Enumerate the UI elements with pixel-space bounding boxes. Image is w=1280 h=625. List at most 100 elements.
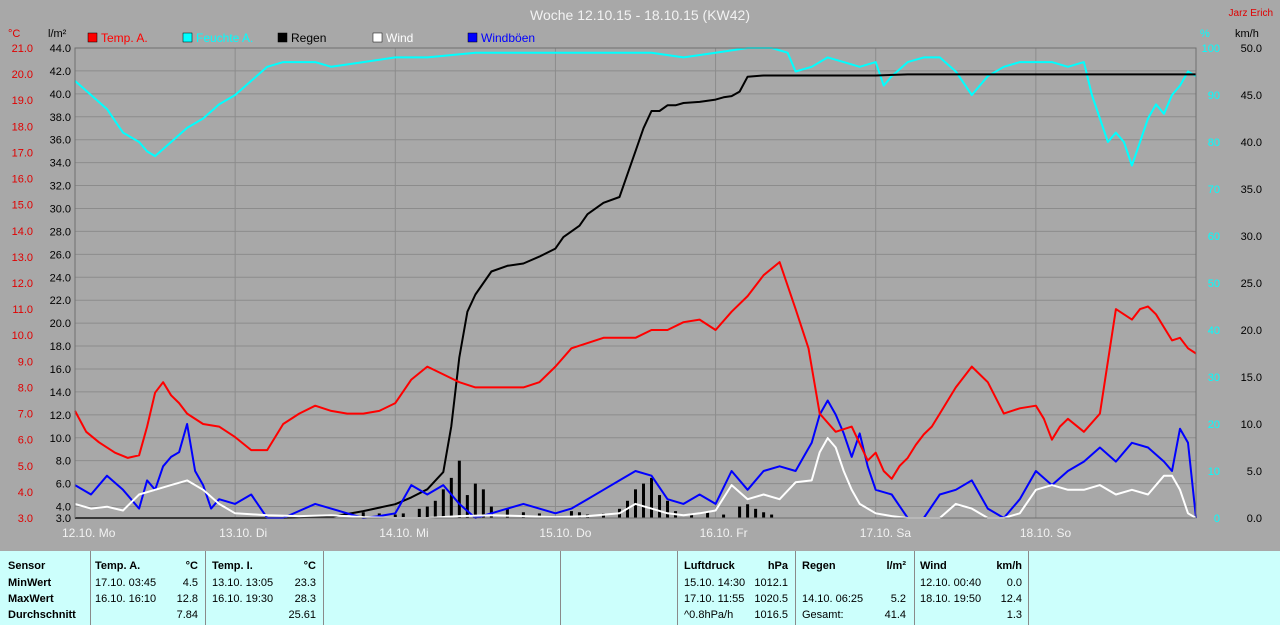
rain-tick-label: 4.0 [56,502,71,514]
table-cell-wind-time: 18.10. 19:50 [920,593,982,605]
table-cell-pressure-time: 15.10. 14:30 [684,577,746,589]
table-cell-temp_i-time: 16.10. 19:30 [212,593,274,605]
table-cell-pressure-value: 1012.1 [754,577,788,589]
humidity-unit-label: % [1200,28,1210,40]
temp-tick-label: 6.0 [18,435,33,447]
statistics-table: Sensor Temp. A. °C Temp. I. °C Luftdruck hPa Re… [0,551,1280,625]
rain-bar [658,495,662,518]
wind-tick-label: 0.0 [1247,513,1262,525]
temp-tick-label: 12.0 [12,278,33,290]
temp-tick-label: 3.0 [18,513,33,525]
rain-tick-label: 8.0 [56,456,71,468]
table-header-pressure: Luftdruck [684,560,735,572]
rain-bar [417,508,421,518]
table-divider [205,551,206,625]
table-cell-temp_i-value: 28.3 [294,593,316,605]
rain-tick-label: 32.0 [50,181,71,193]
table-cell-temp_a-time: 16.10. 16:10 [95,593,157,605]
wind-tick-label: 50.0 [1241,43,1262,55]
rain-tick-label: 42.0 [50,66,71,78]
table-cell-wind-time: 12.10. 00:40 [920,577,982,589]
rain-tick-label: 10.0 [50,433,71,445]
humidity-tick-label: 50 [1208,278,1220,290]
table-unit-temp_i: °C [303,560,316,572]
table-cell-pressure-time: ^0.8hPa/h [684,609,734,621]
x-tick-label: 16.10. Fr [700,526,748,540]
table-cell-temp_a-value: 4.5 [182,577,198,589]
rain-tick-label: 12.0 [50,410,71,422]
table-cell-pressure-value: 1016.5 [754,609,788,621]
temp-tick-label: 17.0 [12,147,33,159]
humidity-tick-label: 60 [1208,231,1220,243]
legend-swatch [87,32,98,43]
table-cell-temp_a-value: 12.8 [176,593,198,605]
humidity-tick-label: 40 [1208,325,1220,337]
table-row-label: MinWert [8,577,52,589]
rain-bar [738,506,742,518]
temp-tick-label: 5.0 [18,461,33,473]
rain-bar [457,460,461,518]
rain-bar [722,514,726,518]
temp-tick-label: 9.0 [18,356,33,368]
temp-tick-label: 15.0 [12,200,33,212]
table-row-label: Durchschnitt [8,609,76,621]
rain-tick-label: 26.0 [50,249,71,261]
table-divider [1028,551,1029,625]
temp-tick-label: 19.0 [12,95,33,107]
x-tick-label: 14.10. Mi [379,526,428,540]
table-header-temp_a: Temp. A. [95,560,141,572]
rain-tick-label: 6.0 [56,479,71,491]
rain-bar [666,500,670,518]
table-cell-rain-time: Gesamt: [802,609,844,621]
rain-tick-label: 22.0 [50,295,71,307]
table-cell-temp_i-time: 13.10. 13:05 [212,577,274,589]
rain-bar [762,512,766,518]
temp-tick-label: 10.0 [12,330,33,342]
x-tick-label: 18.10. So [1020,526,1072,540]
table-cell-wind-value: 0.0 [1006,577,1022,589]
rain-tick-label: 38.0 [50,112,71,124]
temp-tick-label: 4.0 [18,487,33,499]
author-label: Jarz Erich [1229,8,1273,19]
wind-tick-label: 45.0 [1241,90,1262,102]
wind-tick-label: 35.0 [1241,184,1262,196]
rain-tick-label: 44.0 [50,43,71,55]
table-unit-rain: l/m² [886,560,906,572]
table-cell-rain-value: 5.2 [890,593,906,605]
table-divider [677,551,678,625]
humidity-tick-label: 20 [1208,419,1220,431]
table-cell-rain-time: 14.10. 06:25 [802,593,864,605]
legend-swatch [467,32,478,43]
legend-swatch [277,32,288,43]
rain-bar [481,489,485,518]
rain-tick-label: 3.0 [56,513,71,525]
rain-bar [473,483,477,518]
wind-unit-label: km/h [1235,28,1259,40]
temp-tick-label: 7.0 [18,409,33,421]
legend-label: Regen [291,31,326,45]
rain-tick-label: 40.0 [50,89,71,101]
rain-bar [449,477,453,518]
rain-bar [754,508,758,518]
rain-tick-label: 20.0 [50,318,71,330]
humidity-tick-label: 70 [1208,184,1220,196]
table-unit-pressure: hPa [767,560,788,572]
wind-tick-label: 20.0 [1241,325,1262,337]
wind-tick-label: 25.0 [1241,278,1262,290]
table-divider [914,551,915,625]
rain-bar [770,514,774,518]
rain-tick-label: 18.0 [50,341,71,353]
rain-bar [465,495,469,518]
legend-label: Temp. A. [101,31,148,45]
temp-tick-label: 8.0 [18,382,33,394]
humidity-tick-label: 90 [1208,90,1220,102]
rain-tick-label: 36.0 [50,135,71,147]
table-header-temp_i: Temp. I. [212,560,253,572]
table-header-sensor: Sensor [8,560,46,572]
temp-tick-label: 16.0 [12,174,33,186]
table-cell-pressure-value: 1020.5 [754,593,788,605]
table-cell-rain-value: 41.4 [884,609,906,621]
temp-tick-label: 20.0 [12,69,33,81]
table-unit-temp_a: °C [185,560,198,572]
table-divider [323,551,324,625]
